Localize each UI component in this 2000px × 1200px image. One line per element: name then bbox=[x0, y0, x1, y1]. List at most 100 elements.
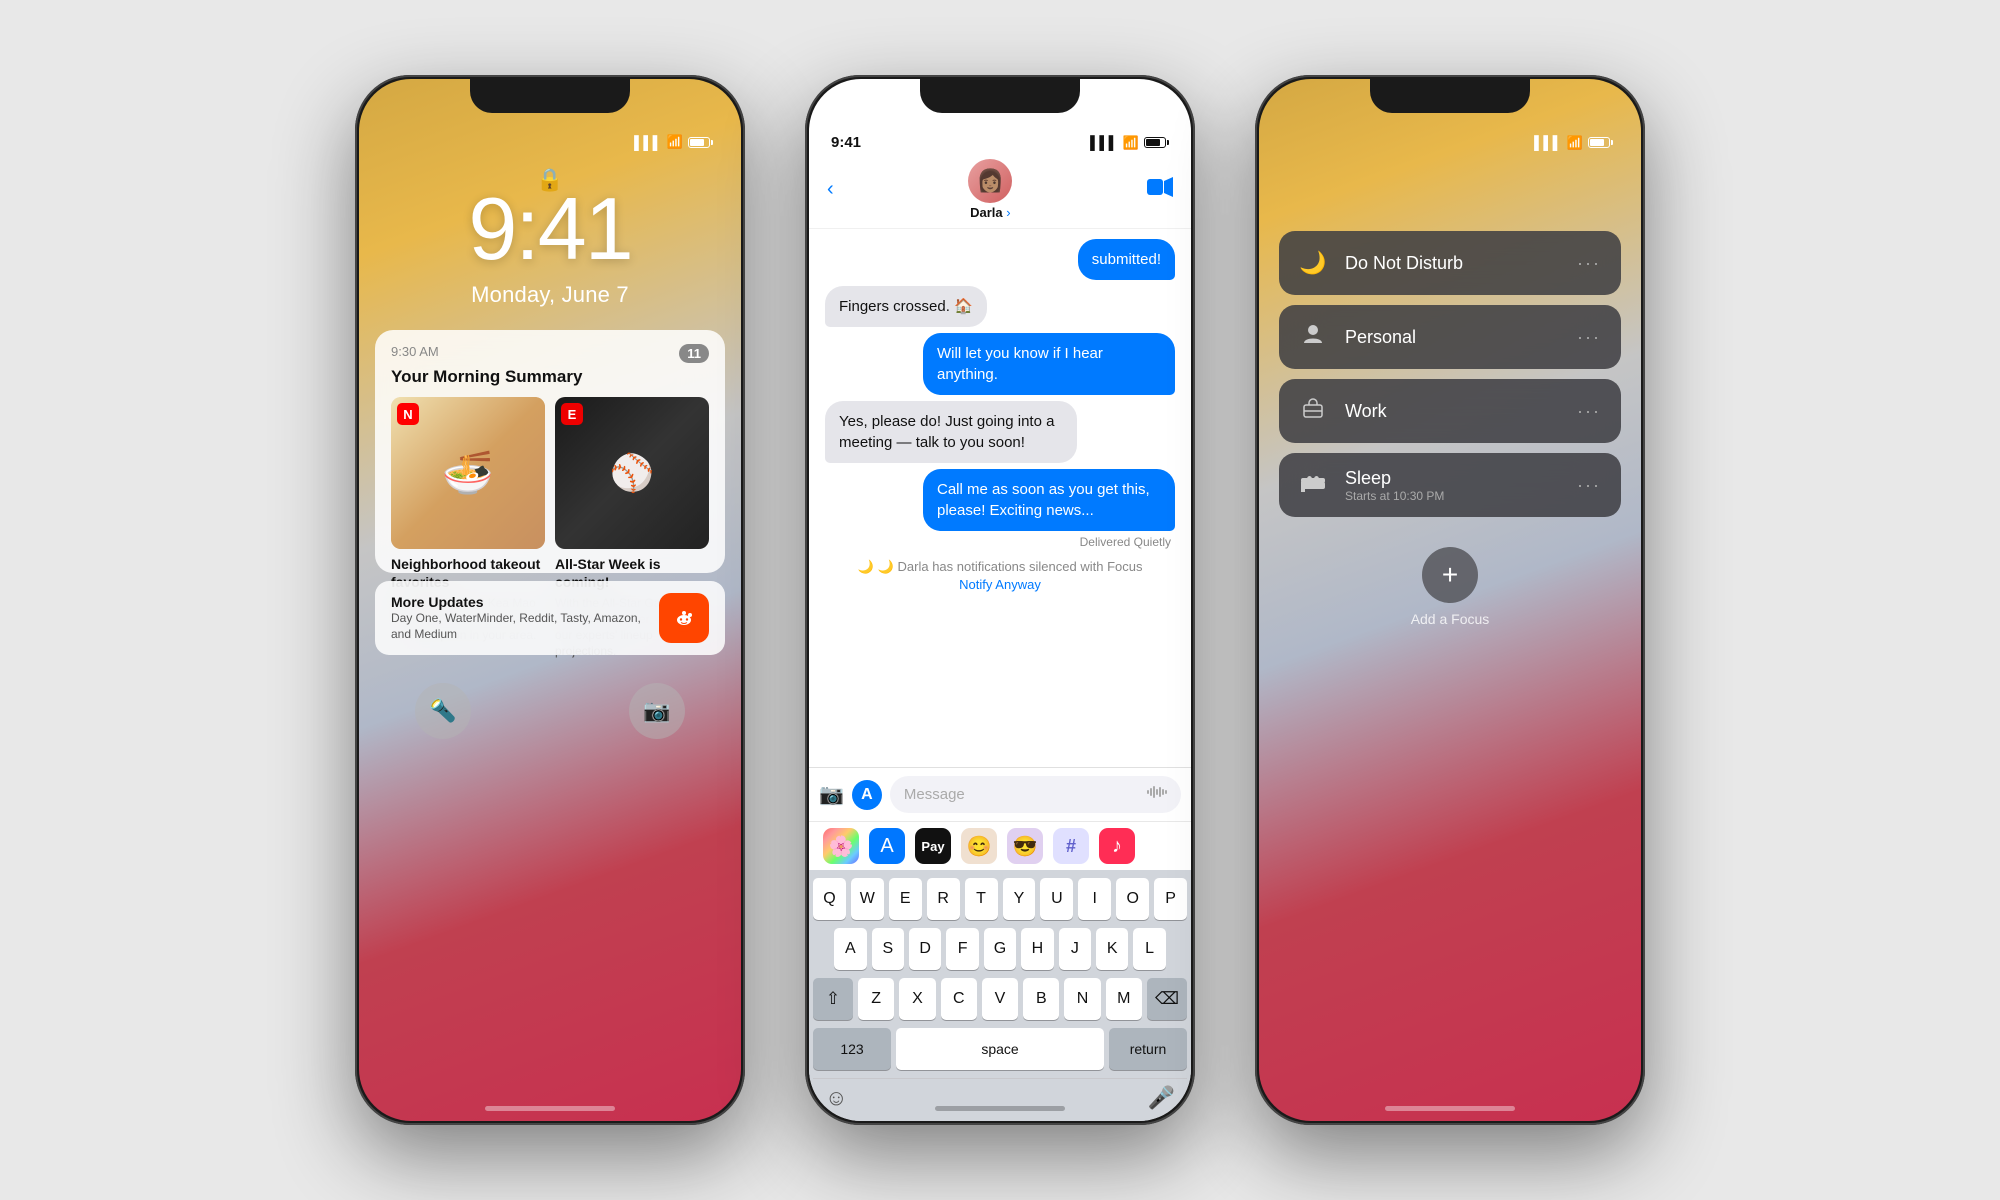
notch bbox=[470, 79, 630, 113]
add-focus-section: + Add a Focus bbox=[1259, 547, 1641, 627]
hashtag-icon[interactable]: # bbox=[1053, 828, 1089, 864]
msg-bubble-received-2: Yes, please do! Just going into a meetin… bbox=[825, 401, 1077, 463]
focus-item-sleep[interactable]: Sleep Starts at 10:30 PM ··· bbox=[1279, 453, 1621, 517]
signal-bars: ▌▌▌ bbox=[1534, 135, 1562, 150]
key-x[interactable]: X bbox=[899, 978, 935, 1020]
work-options-button[interactable]: ··· bbox=[1577, 401, 1601, 422]
key-123[interactable]: 123 bbox=[813, 1028, 891, 1070]
notif-badge: 11 bbox=[679, 344, 709, 363]
app-strip: 🌸 A Pay 😊 😎 # ♪ bbox=[809, 821, 1191, 870]
key-r[interactable]: R bbox=[927, 878, 960, 920]
applepay-icon[interactable]: Pay bbox=[915, 828, 951, 864]
key-k[interactable]: K bbox=[1096, 928, 1128, 970]
appstore-icon[interactable]: A bbox=[852, 780, 882, 810]
key-space[interactable]: space bbox=[896, 1028, 1104, 1070]
add-focus-button[interactable]: + bbox=[1422, 547, 1478, 603]
memoji2-icon[interactable]: 😎 bbox=[1007, 828, 1043, 864]
work-label: Work bbox=[1345, 401, 1387, 422]
key-m[interactable]: M bbox=[1106, 978, 1142, 1020]
key-b[interactable]: B bbox=[1023, 978, 1059, 1020]
key-h[interactable]: H bbox=[1021, 928, 1053, 970]
morning-summary-card[interactable]: 9:30 AM 11 Your Morning Summary 🍜 N Neig… bbox=[375, 330, 725, 573]
key-e[interactable]: E bbox=[889, 878, 922, 920]
reddit-icon bbox=[659, 593, 709, 643]
wifi-icon: 📶 bbox=[667, 134, 683, 150]
flashlight-button[interactable]: 🔦 bbox=[415, 683, 471, 739]
key-g[interactable]: G bbox=[984, 928, 1016, 970]
focus-item-dnd[interactable]: 🌙 Do Not Disturb ··· bbox=[1279, 231, 1621, 295]
memoji-icon[interactable]: 😊 bbox=[961, 828, 997, 864]
key-delete[interactable]: ⌫ bbox=[1147, 978, 1187, 1020]
battery-icon bbox=[688, 137, 713, 148]
key-f[interactable]: F bbox=[946, 928, 978, 970]
status-icons: ▌▌▌ 📶 bbox=[634, 134, 713, 150]
key-w[interactable]: W bbox=[851, 878, 884, 920]
key-q[interactable]: Q bbox=[813, 878, 846, 920]
focus-item-work[interactable]: Work ··· bbox=[1279, 379, 1621, 443]
msg-bubble-sent-3: Call me as soon as you get this, please!… bbox=[923, 469, 1175, 531]
msg-bubble-sent-1: submitted! bbox=[1078, 239, 1175, 280]
key-d[interactable]: D bbox=[909, 928, 941, 970]
keyboard-row-2: A S D F G H J K L bbox=[813, 928, 1187, 970]
personal-options-button[interactable]: ··· bbox=[1577, 327, 1601, 348]
key-a[interactable]: A bbox=[834, 928, 866, 970]
key-shift[interactable]: ⇧ bbox=[813, 978, 853, 1020]
home-bar[interactable] bbox=[935, 1106, 1065, 1111]
battery bbox=[1588, 137, 1613, 148]
contact-avatar: 👩🏽 bbox=[968, 159, 1012, 203]
phone-2-messages: 9:41 ▌▌▌ 📶 ‹ 👩🏽 Darla › bbox=[805, 75, 1195, 1125]
microphone-button[interactable]: 🎤 bbox=[1148, 1085, 1175, 1111]
focus-notice-text: 🌙 🌙 Darla has notifications silenced wit… bbox=[858, 559, 1143, 575]
news-badge: N bbox=[397, 403, 419, 425]
key-u[interactable]: U bbox=[1040, 878, 1073, 920]
briefcase-icon bbox=[1299, 397, 1327, 425]
keyboard-row-4: 123 space return bbox=[813, 1028, 1187, 1070]
key-l[interactable]: L bbox=[1133, 928, 1165, 970]
sleep-sub: Starts at 10:30 PM bbox=[1345, 489, 1444, 503]
photos-icon[interactable]: 🌸 bbox=[823, 828, 859, 864]
status-time: 9:41 bbox=[831, 134, 861, 151]
home-bar[interactable] bbox=[1385, 1106, 1515, 1111]
key-o[interactable]: O bbox=[1116, 878, 1149, 920]
music-icon[interactable]: ♪ bbox=[1099, 828, 1135, 864]
camera-icon[interactable]: 📷 bbox=[819, 782, 844, 807]
msg-header: ‹ 👩🏽 Darla › bbox=[809, 159, 1191, 229]
lock-date: Monday, June 7 bbox=[359, 282, 741, 308]
key-j[interactable]: J bbox=[1059, 928, 1091, 970]
message-input-field[interactable]: Message bbox=[890, 776, 1181, 813]
appstore-strip-icon[interactable]: A bbox=[869, 828, 905, 864]
delivered-status: Delivered Quietly bbox=[825, 535, 1171, 549]
key-z[interactable]: Z bbox=[858, 978, 894, 1020]
camera-button[interactable]: 📷 bbox=[629, 683, 685, 739]
key-y[interactable]: Y bbox=[1003, 878, 1036, 920]
keyboard-row-1: Q W E R T Y U I O P bbox=[813, 878, 1187, 920]
message-input-row: 📷 A Message bbox=[809, 767, 1191, 821]
key-v[interactable]: V bbox=[982, 978, 1018, 1020]
key-s[interactable]: S bbox=[872, 928, 904, 970]
contact-info[interactable]: 👩🏽 Darla › bbox=[968, 159, 1012, 220]
key-n[interactable]: N bbox=[1064, 978, 1100, 1020]
sleep-options-button[interactable]: ··· bbox=[1577, 475, 1601, 496]
waveform-icon bbox=[1147, 784, 1167, 805]
dnd-options-button[interactable]: ··· bbox=[1577, 253, 1601, 274]
notch bbox=[1370, 79, 1530, 113]
key-return[interactable]: return bbox=[1109, 1028, 1187, 1070]
video-call-button[interactable] bbox=[1147, 177, 1173, 203]
key-t[interactable]: T bbox=[965, 878, 998, 920]
emoji-button[interactable]: ☺ bbox=[825, 1085, 847, 1111]
back-button[interactable]: ‹ bbox=[827, 178, 834, 201]
key-p[interactable]: P bbox=[1154, 878, 1187, 920]
notif-images: 🍜 N Neighborhood takeout favorites Need … bbox=[391, 397, 709, 549]
dnd-label: Do Not Disturb bbox=[1345, 253, 1463, 274]
notify-anyway-button[interactable]: Notify Anyway bbox=[959, 577, 1041, 592]
notif-title: Your Morning Summary bbox=[391, 367, 709, 387]
home-bar[interactable] bbox=[485, 1106, 615, 1111]
notif-header: 9:30 AM 11 bbox=[391, 344, 709, 363]
key-c[interactable]: C bbox=[941, 978, 977, 1020]
key-i[interactable]: I bbox=[1078, 878, 1111, 920]
keyboard[interactable]: Q W E R T Y U I O P A S D F G bbox=[809, 870, 1191, 1121]
more-updates-body: Day One, WaterMinder, Reddit, Tasty, Ama… bbox=[391, 610, 659, 642]
focus-item-personal[interactable]: Personal ··· bbox=[1279, 305, 1621, 369]
more-updates-card[interactable]: More Updates Day One, WaterMinder, Reddi… bbox=[375, 581, 725, 655]
focus-notice: 🌙 🌙 Darla has notifications silenced wit… bbox=[825, 559, 1175, 592]
